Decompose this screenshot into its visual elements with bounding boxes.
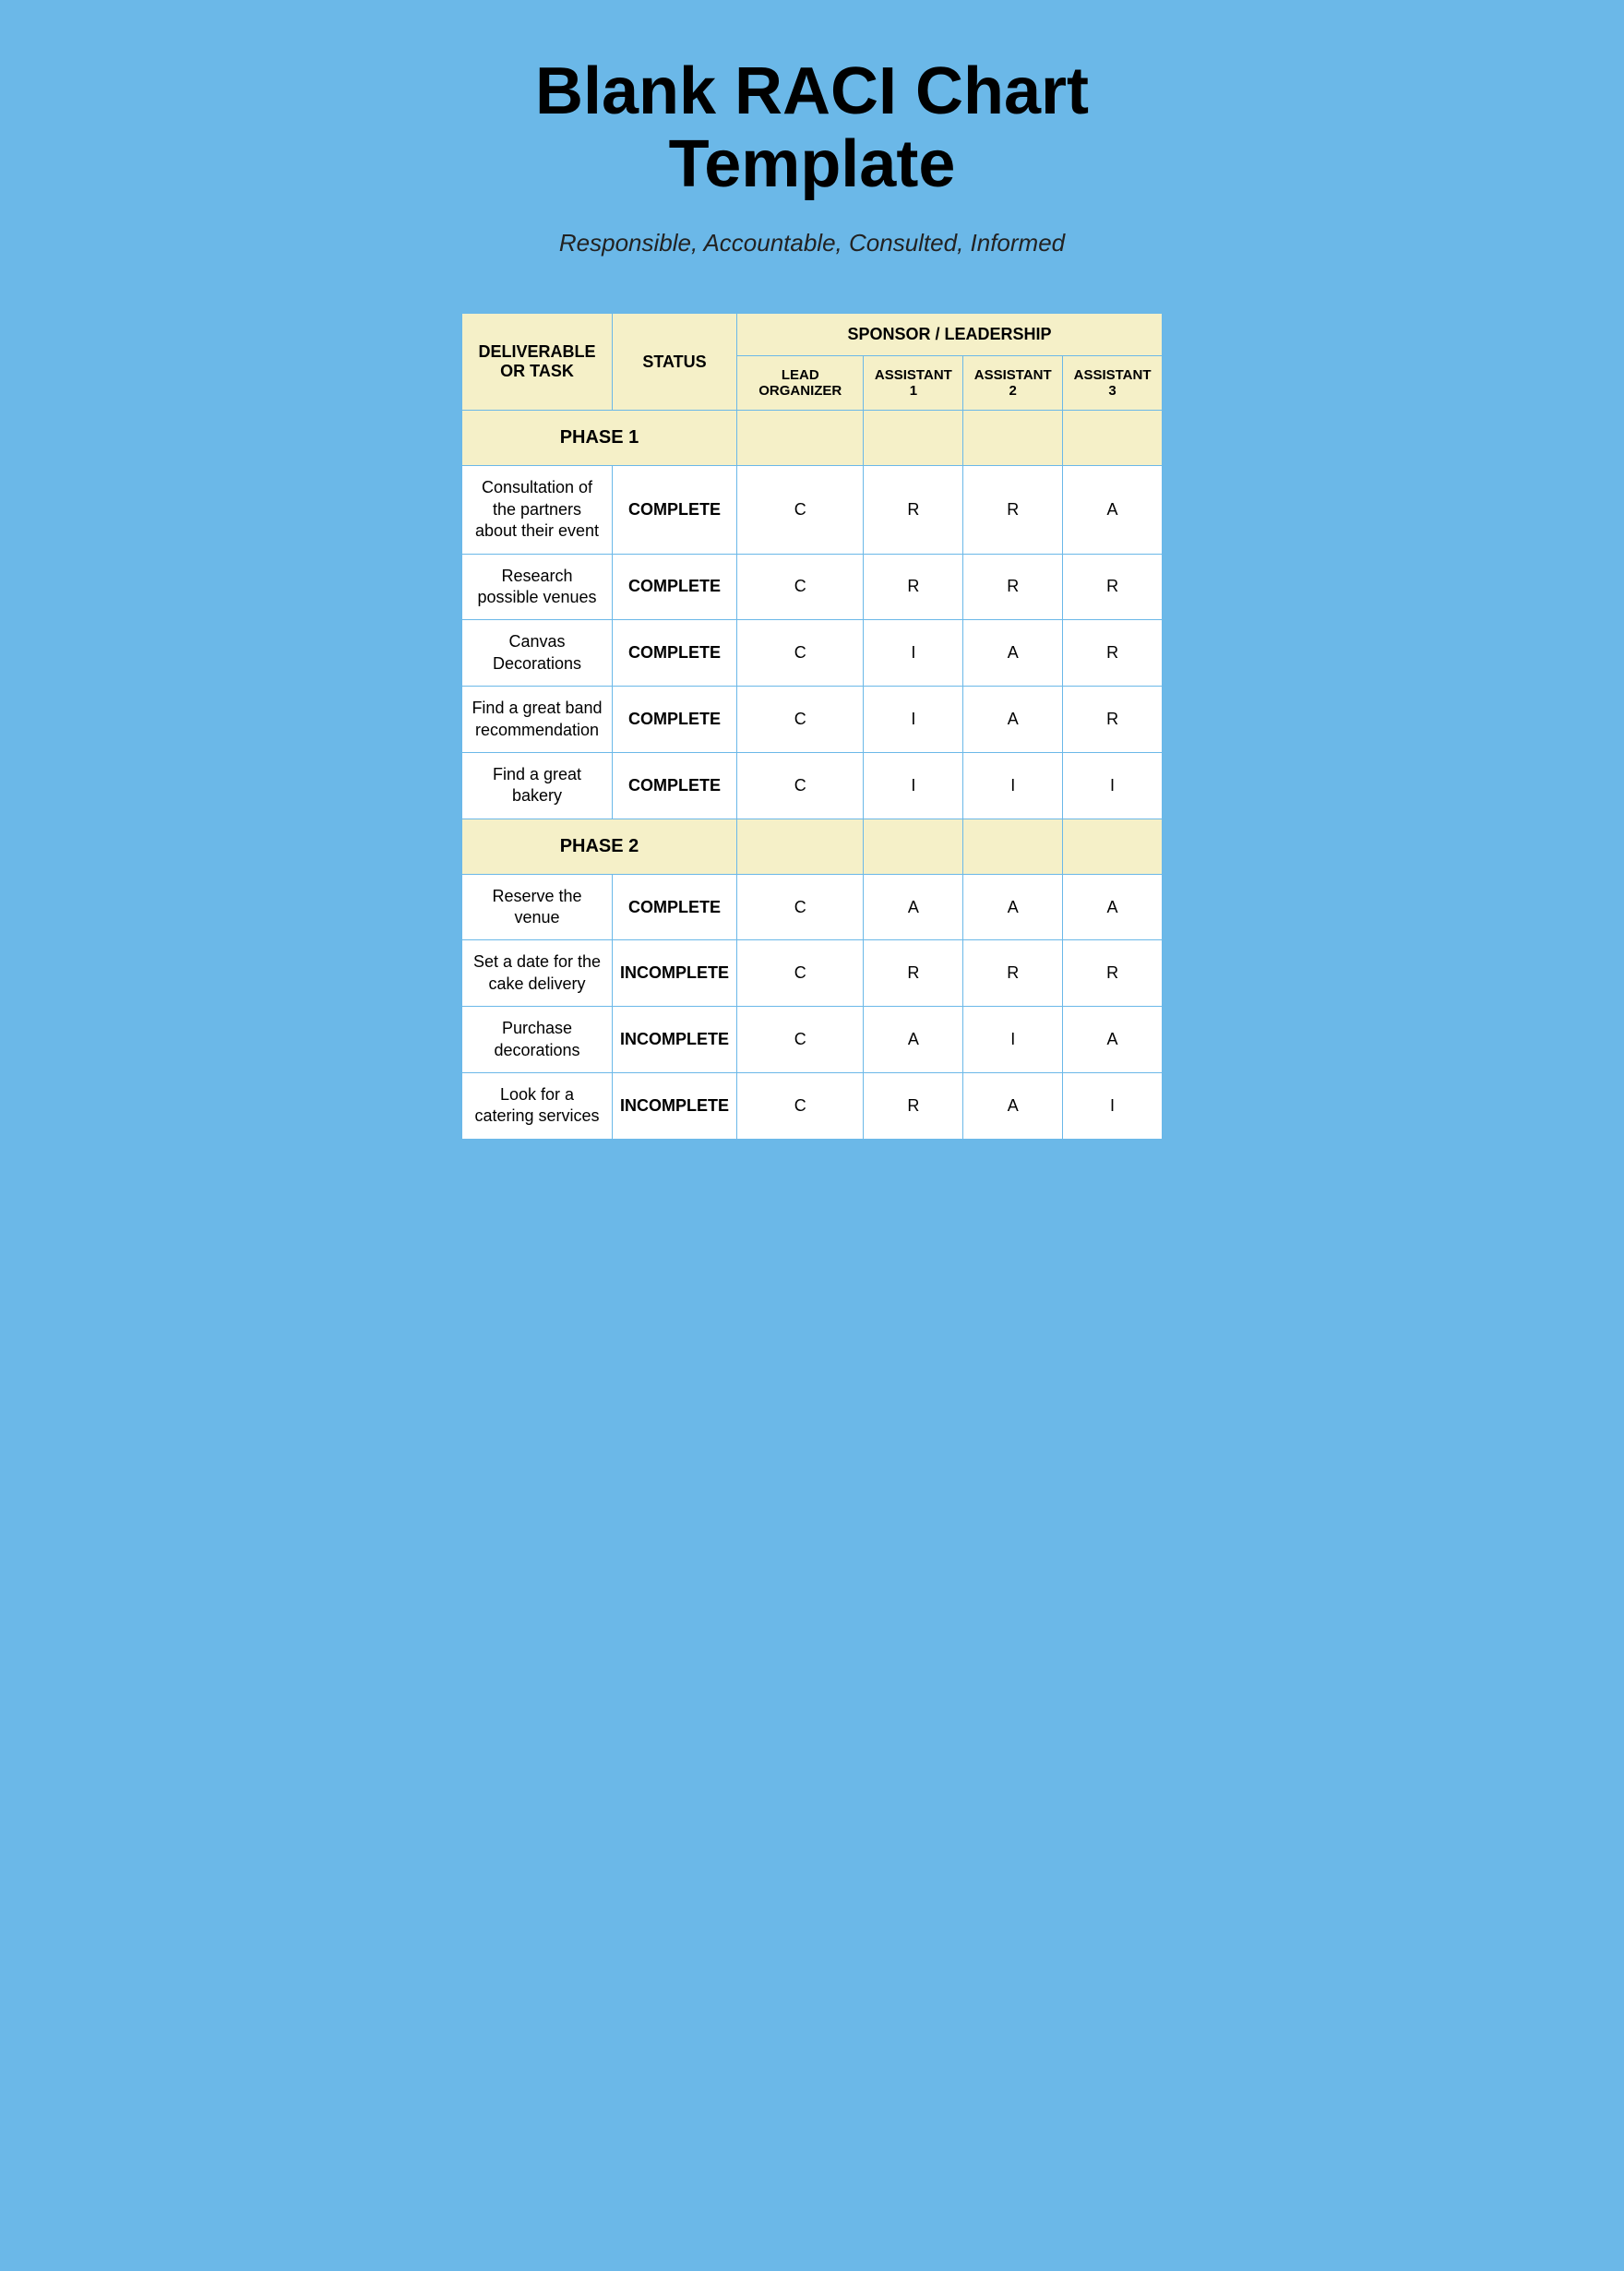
asst2-cell: R (963, 554, 1063, 620)
asst2-cell: R (963, 466, 1063, 554)
page-title: Blank RACI Chart Template (461, 55, 1163, 201)
asst1-cell: I (864, 687, 963, 753)
status-cell: INCOMPLETE (612, 940, 736, 1007)
asst1-cell: A (864, 1007, 963, 1073)
table-row: Look for a catering services INCOMPLETE … (462, 1073, 1163, 1140)
task-cell: Canvas Decorations (462, 620, 613, 687)
asst3-cell: I (1063, 752, 1163, 819)
asst3-cell: R (1063, 940, 1163, 1007)
asst2-cell: A (963, 874, 1063, 940)
asst3-cell: A (1063, 874, 1163, 940)
asst2-cell: R (963, 940, 1063, 1007)
status-cell: COMPLETE (612, 752, 736, 819)
task-cell: Consultation of the partners about their… (462, 466, 613, 554)
task-cell: Research possible venues (462, 554, 613, 620)
table-row: Canvas Decorations COMPLETE C I A R (462, 620, 1163, 687)
status-cell: COMPLETE (612, 687, 736, 753)
status-cell: COMPLETE (612, 620, 736, 687)
table-row: Purchase decorations INCOMPLETE C A I A (462, 1007, 1163, 1073)
table-row: Research possible venues COMPLETE C R R … (462, 554, 1163, 620)
status-cell: INCOMPLETE (612, 1007, 736, 1073)
task-cell: Reserve the venue (462, 874, 613, 940)
asst2-cell: A (963, 620, 1063, 687)
task-cell: Purchase decorations (462, 1007, 613, 1073)
lead-cell: C (737, 1073, 864, 1140)
lead-cell: C (737, 940, 864, 1007)
task-cell: Set a date for the cake delivery (462, 940, 613, 1007)
table-row: Find a great bakery COMPLETE C I I I (462, 752, 1163, 819)
lead-cell: C (737, 874, 864, 940)
col-deliverable-header: DELIVERABLE OR TASK (462, 314, 613, 411)
asst1-cell: I (864, 620, 963, 687)
asst1-cell: A (864, 874, 963, 940)
asst1-cell: R (864, 466, 963, 554)
phase1-label: PHASE 1 (462, 411, 737, 466)
asst2-cell: A (963, 687, 1063, 753)
task-cell: Look for a catering services (462, 1073, 613, 1140)
asst3-cell: A (1063, 466, 1163, 554)
asst3-cell: R (1063, 620, 1163, 687)
lead-cell: C (737, 620, 864, 687)
asst2-cell: I (963, 752, 1063, 819)
lead-cell: C (737, 554, 864, 620)
col-lead-header: LEAD ORGANIZER (737, 356, 864, 411)
col-asst2-header: ASSISTANT 2 (963, 356, 1063, 411)
table-row: Set a date for the cake delivery INCOMPL… (462, 940, 1163, 1007)
asst1-cell: R (864, 554, 963, 620)
table-row: Find a great band recommendation COMPLET… (462, 687, 1163, 753)
asst1-cell: R (864, 940, 963, 1007)
col-sponsor-header: SPONSOR / LEADERSHIP (737, 314, 1163, 356)
page-subtitle: Responsible, Accountable, Consulted, Inf… (559, 229, 1065, 257)
col-status-header: STATUS (612, 314, 736, 411)
lead-cell: C (737, 752, 864, 819)
table-row: Consultation of the partners about their… (462, 466, 1163, 554)
lead-cell: C (737, 466, 864, 554)
status-cell: COMPLETE (612, 874, 736, 940)
table-row: Reserve the venue COMPLETE C A A A (462, 874, 1163, 940)
asst2-cell: A (963, 1073, 1063, 1140)
asst1-cell: R (864, 1073, 963, 1140)
asst2-cell: I (963, 1007, 1063, 1073)
raci-table: DELIVERABLE OR TASK STATUS SPONSOR / LEA… (461, 313, 1163, 1139)
status-cell: COMPLETE (612, 554, 736, 620)
col-asst1-header: ASSISTANT 1 (864, 356, 963, 411)
asst3-cell: R (1063, 687, 1163, 753)
lead-cell: C (737, 687, 864, 753)
page-container: Blank RACI Chart Template Responsible, A… (461, 55, 1163, 1140)
asst3-cell: R (1063, 554, 1163, 620)
task-cell: Find a great band recommendation (462, 687, 613, 753)
status-cell: COMPLETE (612, 466, 736, 554)
phase2-label: PHASE 2 (462, 819, 737, 874)
lead-cell: C (737, 1007, 864, 1073)
col-asst3-header: ASSISTANT 3 (1063, 356, 1163, 411)
asst3-cell: A (1063, 1007, 1163, 1073)
status-cell: INCOMPLETE (612, 1073, 736, 1140)
task-cell: Find a great bakery (462, 752, 613, 819)
asst3-cell: I (1063, 1073, 1163, 1140)
asst1-cell: I (864, 752, 963, 819)
